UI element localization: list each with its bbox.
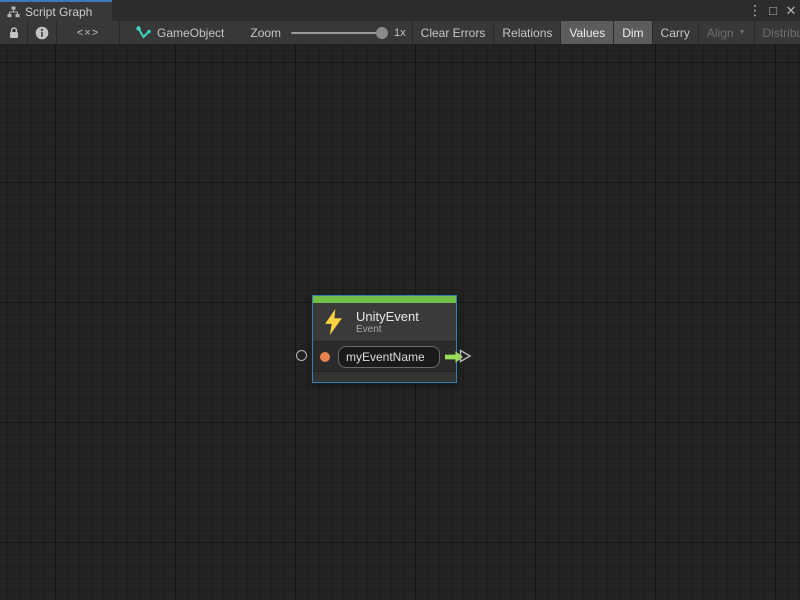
- node-accent-bar: [313, 296, 456, 303]
- zoom-slider-handle[interactable]: [376, 27, 388, 39]
- node-title-block: UnityEvent Event: [356, 309, 419, 336]
- external-flow-output-port[interactable]: [459, 349, 472, 363]
- node-footer: [313, 371, 456, 382]
- graph-canvas[interactable]: UnityEvent Event: [0, 45, 800, 600]
- script-graph-icon: [136, 26, 151, 40]
- lock-icon: [7, 26, 21, 39]
- zoom-value: 1x: [394, 27, 406, 39]
- carry-button[interactable]: Carry: [653, 21, 698, 44]
- graph-toolbar: <×> GameObject Zoom 1x Clear Errors: [0, 21, 800, 45]
- code-icon: <×>: [77, 27, 99, 39]
- zoom-control: Zoom 1x: [250, 21, 411, 44]
- node-subtitle: Event: [356, 324, 419, 336]
- distribute-dropdown-button[interactable]: Distribute ▼: [755, 21, 800, 44]
- lock-button[interactable]: [0, 21, 27, 44]
- external-input-port[interactable]: [296, 350, 307, 361]
- window-maximize-button[interactable]: □: [764, 0, 782, 21]
- value-input-port[interactable]: [320, 352, 330, 362]
- title-bar: Script Graph ⋮ □ ✕: [0, 0, 800, 21]
- chevron-down-icon: ▼: [739, 29, 746, 36]
- clear-errors-button[interactable]: Clear Errors: [413, 21, 494, 44]
- values-toggle-button[interactable]: Values: [561, 21, 613, 44]
- node-port-row: [313, 341, 456, 371]
- tab-script-graph[interactable]: Script Graph: [0, 0, 112, 21]
- relations-button[interactable]: Relations: [494, 21, 560, 44]
- lightning-bolt-icon: [322, 308, 345, 336]
- node-header[interactable]: UnityEvent Event: [313, 303, 456, 341]
- zoom-slider[interactable]: [291, 21, 387, 45]
- tab-title: Script Graph: [25, 5, 92, 19]
- zoom-label: Zoom: [250, 26, 281, 40]
- graph-hierarchy-icon: [7, 6, 20, 18]
- info-icon: [35, 26, 49, 40]
- titlebar-spacer: [112, 0, 746, 21]
- graph-target-button[interactable]: GameObject: [120, 21, 224, 44]
- dim-toggle-button[interactable]: Dim: [614, 21, 651, 44]
- event-name-input[interactable]: [338, 346, 440, 368]
- node-title: UnityEvent: [356, 309, 419, 324]
- window-close-button[interactable]: ✕: [782, 0, 800, 21]
- code-preview-button[interactable]: <×>: [57, 21, 119, 44]
- align-dropdown-button[interactable]: Align ▼: [699, 21, 754, 44]
- zoom-slider-track: [291, 32, 387, 34]
- align-label: Align: [707, 26, 734, 40]
- unity-event-node[interactable]: UnityEvent Event: [312, 295, 457, 383]
- script-graph-window: Script Graph ⋮ □ ✕: [0, 0, 800, 600]
- window-menu-button[interactable]: ⋮: [746, 0, 764, 21]
- info-button[interactable]: [28, 21, 56, 44]
- distribute-label: Distribute: [763, 26, 800, 40]
- graph-target-label: GameObject: [157, 26, 224, 40]
